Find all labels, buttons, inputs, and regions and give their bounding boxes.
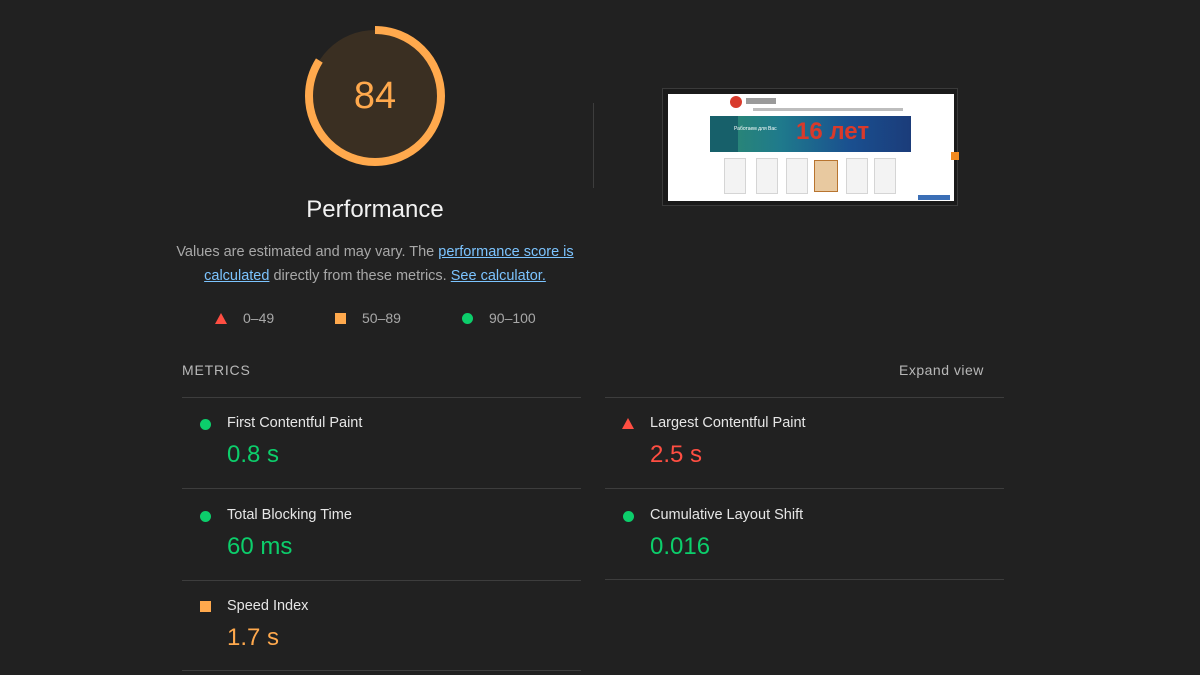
description-text: directly from these metrics. bbox=[269, 268, 451, 284]
site-banner: Работаем для Вас 16 лет bbox=[710, 116, 911, 152]
metric-value: 2.5 s bbox=[650, 441, 703, 468]
metric-divider bbox=[605, 488, 1004, 489]
document-thumbnail bbox=[724, 158, 746, 194]
square-icon bbox=[200, 601, 211, 612]
metric-largest-contentful-paint: Largest Contentful Paint 2.5 s bbox=[605, 398, 1003, 488]
site-nav-bar bbox=[753, 108, 903, 111]
banner-big-text: 16 лет bbox=[796, 118, 870, 145]
legend-item-pass: 90–100 bbox=[462, 310, 536, 326]
legend-item-fail: 0–49 bbox=[215, 310, 274, 326]
metric-value: 1.7 s bbox=[227, 624, 280, 651]
metric-total-blocking-time: Total Blocking Time 60 ms bbox=[182, 490, 580, 580]
circle-icon bbox=[200, 511, 211, 522]
metrics-heading: METRICS bbox=[182, 362, 251, 378]
side-tab-icon bbox=[951, 152, 959, 160]
metric-name: Total Blocking Time bbox=[227, 507, 352, 523]
metric-value: 60 ms bbox=[227, 533, 293, 560]
metric-divider bbox=[182, 488, 581, 489]
calculator-link[interactable]: See calculator. bbox=[451, 268, 546, 284]
category-title: Performance bbox=[306, 196, 444, 223]
score-legend: 0–49 50–89 90–100 bbox=[0, 310, 750, 330]
site-chat-button bbox=[918, 195, 950, 200]
metric-first-contentful-paint: First Contentful Paint 0.8 s bbox=[182, 398, 580, 488]
legend-range: 50–89 bbox=[362, 310, 401, 326]
metric-name: Cumulative Layout Shift bbox=[650, 507, 804, 523]
document-thumbnail bbox=[756, 158, 778, 194]
circle-icon bbox=[462, 312, 473, 324]
document-thumbnail bbox=[874, 158, 896, 194]
site-logo-icon bbox=[730, 96, 742, 108]
metric-speed-index: Speed Index 1.7 s bbox=[182, 581, 580, 671]
document-thumbnail bbox=[846, 158, 868, 194]
legend-range: 90–100 bbox=[489, 310, 536, 326]
banner-side-panel bbox=[710, 116, 738, 152]
triangle-icon bbox=[622, 418, 634, 429]
metric-name: Largest Contentful Paint bbox=[650, 415, 806, 431]
legend-item-average: 50–89 bbox=[335, 310, 401, 326]
performance-score-gauge: 84 bbox=[303, 24, 447, 168]
metric-value: 0.016 bbox=[650, 533, 711, 560]
metric-name: Speed Index bbox=[227, 598, 309, 614]
square-icon bbox=[335, 312, 346, 324]
description-text: Values are estimated and may vary. The bbox=[176, 244, 439, 260]
metric-cumulative-layout-shift: Cumulative Layout Shift 0.016 bbox=[605, 490, 1003, 580]
score-description: Values are estimated and may vary. The p… bbox=[175, 240, 575, 288]
metric-name: First Contentful Paint bbox=[227, 415, 363, 431]
certificate-thumbnail bbox=[814, 160, 838, 192]
expand-view-toggle[interactable]: Expand view bbox=[899, 362, 984, 378]
screenshot-page: Работаем для Вас 16 лет bbox=[668, 94, 954, 201]
vertical-divider bbox=[593, 103, 594, 188]
document-thumbnail bbox=[786, 158, 808, 194]
banner-small-text: Работаем для Вас bbox=[734, 126, 777, 132]
final-screenshot[interactable]: Работаем для Вас 16 лет bbox=[662, 88, 959, 206]
circle-icon bbox=[200, 419, 211, 430]
score-value: 84 bbox=[353, 74, 397, 117]
triangle-icon bbox=[215, 312, 227, 324]
metric-value: 0.8 s bbox=[227, 441, 280, 468]
site-logo-text bbox=[746, 98, 776, 104]
circle-icon bbox=[623, 511, 634, 522]
legend-range: 0–49 bbox=[243, 310, 275, 326]
